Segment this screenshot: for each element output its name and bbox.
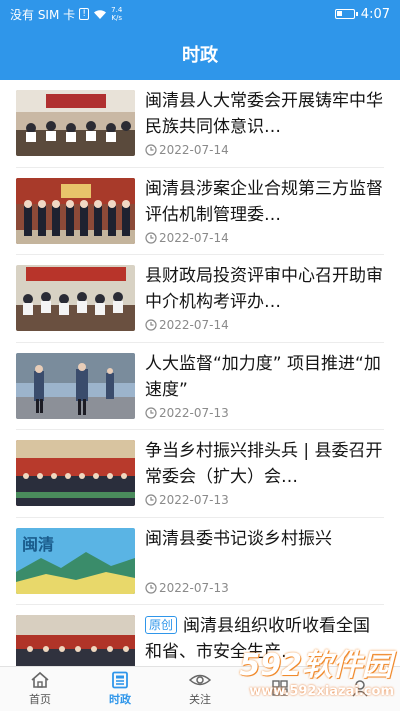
news-thumbnail [16,90,135,156]
news-list[interactable]: 闽清县人大常委会开展铸牢中华民族共同体意识… 2022-07-14 闽清县涉案企… [0,80,400,693]
news-item[interactable]: 县财政局投资评审中心召开助审中介机构考评办… 2022-07-14 [16,255,384,343]
carrier-label: 没有 SIM 卡 [10,7,76,22]
news-title[interactable]: 争当乡村振兴排头兵 | 县委召开常委会（扩大）会… [145,438,383,490]
status-bar: 没有 SIM 卡 ! 7.4 K/s 4:07 [0,0,400,28]
news-item[interactable]: 人大监督“加力度” 项目推进“加速度” 2022-07-13 [16,343,384,430]
tab-label: 时政 [109,693,131,706]
news-icon [112,671,128,689]
tab-home[interactable]: 首页 [0,667,80,711]
news-item[interactable]: 闽清县人大常委会开展铸牢中华民族共同体意识… 2022-07-14 [16,80,384,168]
news-date: 2022-07-13 [145,493,229,507]
battery-level [336,11,342,16]
net-speed: 7.4 K/s [111,6,122,22]
title-bar: 时政 [0,28,400,80]
clock-icon [145,581,157,594]
tab-label: 关注 [189,693,211,706]
news-date: 2022-07-14 [145,143,229,157]
news-date-text: 2022-07-14 [159,230,229,245]
battery-icon [334,9,358,19]
news-title[interactable]: 原创 闽清县组织收听收看全国和省、市安全生产… [145,613,383,665]
news-title[interactable]: 闽清县涉案企业合规第三方监督评估机制管理委… [145,176,383,228]
news-title[interactable]: 闽清县人大常委会开展铸牢中华民族共同体意识… [145,88,383,140]
news-date: 2022-07-14 [145,231,229,245]
news-item[interactable]: 闽清 闽清县委书记谈乡村振兴 2022-07-13 [16,518,384,605]
eye-icon [189,674,211,686]
wifi-icon [94,9,107,19]
news-date: 2022-07-13 [145,406,229,420]
news-thumbnail [16,265,135,331]
tab-services[interactable] [240,667,320,711]
news-date-text: 2022-07-14 [159,318,229,332]
news-title[interactable]: 人大监督“加力度” 项目推进“加速度” [145,351,383,403]
news-title-text: 闽清县组织收听收看全国和省、市安全生产… [145,616,371,662]
bottom-tab-bar: 首页 时政 关注 [0,666,400,711]
net-speed-unit: K/s [111,14,123,22]
clock-icon [145,231,157,244]
user-icon [352,680,368,697]
clock-time: 4:07 [360,6,390,22]
clock-icon [145,144,157,156]
news-item[interactable]: 争当乡村振兴排头兵 | 县委召开常委会（扩大）会… 2022-07-13 [16,430,384,518]
clock-icon [145,319,157,331]
news-thumbnail [16,440,135,506]
news-item[interactable]: 闽清县涉案企业合规第三方监督评估机制管理委… 2022-07-14 [16,168,384,255]
news-date-text: 2022-07-14 [159,143,229,157]
clock-icon [145,494,157,506]
news-date-text: 2022-07-13 [159,493,229,507]
news-thumbnail: 闽清 [16,527,135,594]
tab-follow[interactable]: 关注 [160,667,240,711]
news-date-text: 2022-07-13 [159,405,229,420]
tab-politics[interactable]: 时政 [80,667,160,711]
news-thumbnail [16,352,135,419]
page-title: 时政 [182,45,218,66]
original-tag: 原创 [145,616,178,634]
sim-alert-icon: ! [79,8,90,20]
grid-icon [272,680,288,696]
thumb-caption: 闽清 [22,535,54,554]
tab-label: 首页 [29,693,51,706]
news-date: 2022-07-13 [145,581,229,595]
tab-profile[interactable] [320,667,400,711]
net-speed-value: 7.4 [111,6,123,14]
home-icon [31,671,49,688]
clock-icon [145,406,157,419]
news-date-text: 2022-07-13 [159,580,229,595]
news-title[interactable]: 闽清县委书记谈乡村振兴 [145,526,383,552]
news-thumbnail [16,177,135,244]
news-date: 2022-07-14 [145,318,229,332]
news-title[interactable]: 县财政局投资评审中心召开助审中介机构考评办… [145,263,383,315]
